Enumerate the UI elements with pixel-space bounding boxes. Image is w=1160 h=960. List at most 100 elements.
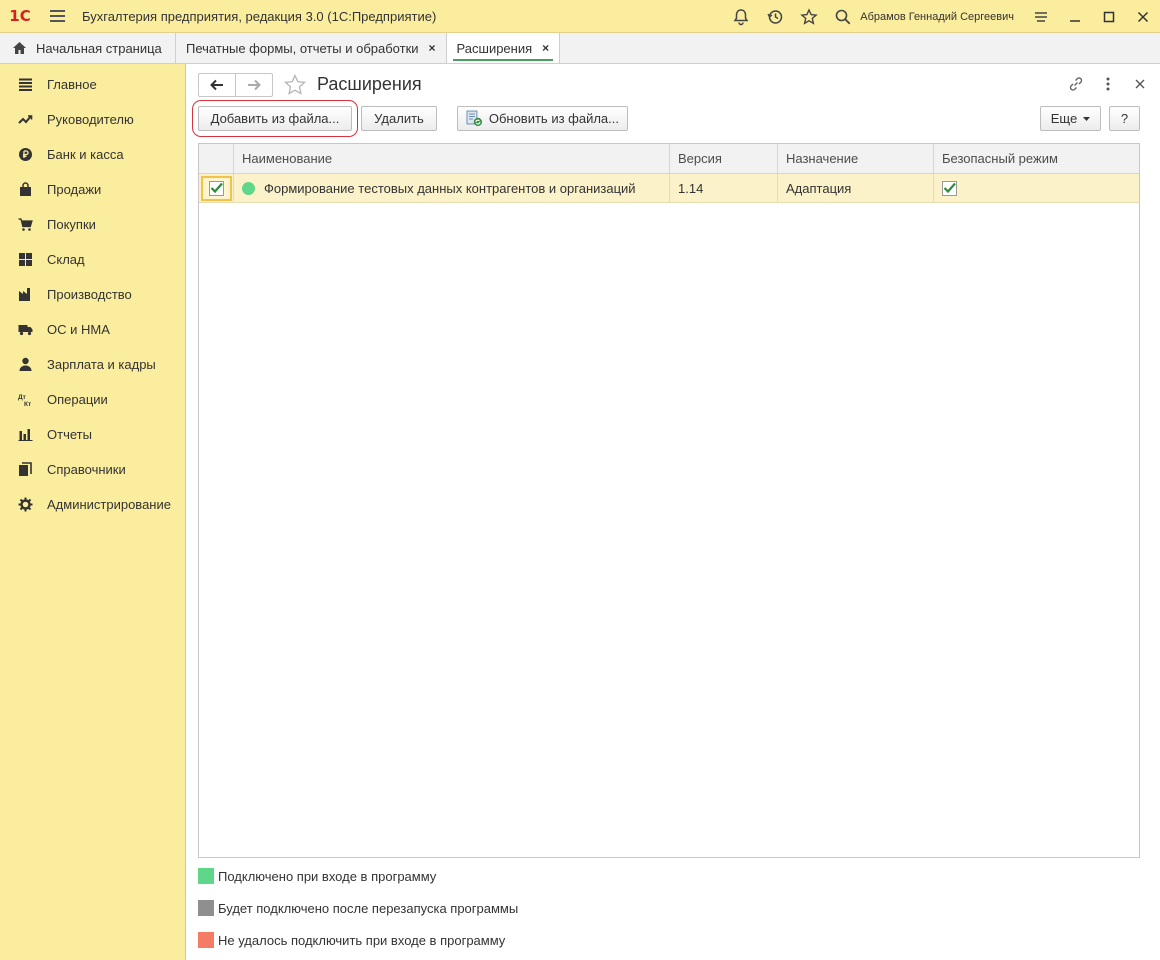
update-file-icon — [466, 110, 483, 127]
status-dot — [242, 181, 255, 195]
sidebar-item-warehouse[interactable]: Склад — [0, 242, 185, 277]
sections-sidebar: Главное Руководителю Банк и касса Продаж… — [0, 64, 186, 960]
checkmark-icon — [210, 182, 223, 194]
sidebar-item-reports[interactable]: Отчеты — [0, 417, 185, 452]
main-menu-icon[interactable] — [40, 0, 74, 33]
sidebar-item-label: ОС и НМА — [47, 322, 110, 337]
sidebar-item-sales[interactable]: Продажи — [0, 172, 185, 207]
nav-buttons — [198, 73, 273, 97]
legend-label: Подключено при входе в программу — [218, 868, 437, 884]
more-actions-icon[interactable] — [1098, 74, 1118, 94]
menu-lines-icon — [18, 77, 33, 92]
settings-menu-icon[interactable] — [1024, 0, 1058, 33]
truck-icon — [18, 322, 33, 337]
legend-swatch — [198, 932, 214, 948]
books-icon — [18, 462, 33, 477]
sidebar-item-production[interactable]: Производство — [0, 277, 185, 312]
sidebar-item-references[interactable]: Справочники — [0, 452, 185, 487]
chevron-down-icon — [1083, 116, 1091, 121]
trend-icon — [18, 112, 33, 127]
legend-item-connected: Подключено при входе в программу — [198, 868, 436, 884]
active-checkbox[interactable] — [208, 180, 224, 196]
delete-button[interactable]: Удалить — [361, 106, 437, 131]
close-tab-icon[interactable]: × — [429, 41, 436, 55]
help-button[interactable]: ? — [1109, 106, 1140, 131]
sidebar-item-label: Продажи — [47, 182, 102, 197]
bar-chart-icon — [18, 427, 33, 442]
column-header-version[interactable]: Версия — [670, 144, 778, 173]
sidebar-item-bank[interactable]: Банк и касса — [0, 137, 185, 172]
back-button[interactable] — [199, 74, 235, 96]
sidebar-item-label: Руководителю — [47, 112, 134, 127]
sidebar-item-salary[interactable]: Зарплата и кадры — [0, 347, 185, 382]
maximize-icon[interactable] — [1092, 0, 1126, 33]
add-from-file-button[interactable]: Добавить из файла... — [198, 106, 352, 131]
sidebar-item-label: Банк и касса — [47, 147, 124, 162]
column-header-name[interactable]: Наименование — [234, 144, 670, 173]
column-header-purpose[interactable]: Назначение — [778, 144, 934, 173]
sidebar-item-administration[interactable]: Администрирование — [0, 487, 185, 522]
person-icon — [18, 357, 33, 372]
sidebar-item-label: Склад — [47, 252, 85, 267]
update-from-file-label: Обновить из файла... — [488, 111, 619, 126]
table-header: Наименование Версия Назначение Безопасны… — [199, 144, 1139, 174]
sidebar-item-label: Отчеты — [47, 427, 92, 442]
page-title: Расширения — [317, 74, 422, 94]
1c-logo: 1С — [9, 7, 31, 25]
column-header-safe-mode[interactable]: Безопасный режим — [934, 144, 1139, 173]
ruble-coin-icon — [18, 147, 33, 162]
arrow-right-icon — [248, 79, 261, 91]
cell-safe-mode — [934, 174, 1139, 202]
extension-name: Формирование тестовых данных контрагенто… — [264, 180, 636, 196]
safe-mode-checkbox[interactable] — [942, 180, 957, 196]
minimize-icon[interactable] — [1058, 0, 1092, 33]
dt-kt-icon: Дт Кт — [18, 392, 33, 407]
close-tab-icon[interactable]: × — [542, 41, 549, 55]
sidebar-item-label: Главное — [47, 77, 97, 92]
sidebar-item-label: Администрирование — [47, 497, 171, 512]
history-icon[interactable] — [758, 0, 792, 33]
sidebar-item-label: Производство — [47, 287, 132, 302]
app-title: Бухгалтерия предприятия, редакция 3.0 (1… — [82, 8, 437, 24]
sidebar-item-label: Справочники — [47, 462, 126, 477]
search-icon[interactable] — [826, 0, 860, 33]
cart-icon — [18, 217, 33, 232]
favorites-star-icon[interactable] — [792, 0, 826, 33]
link-icon[interactable] — [1066, 74, 1086, 94]
add-to-favorites-star-icon[interactable] — [283, 73, 307, 97]
table-row[interactable]: Формирование тестовых данных контрагенто… — [199, 174, 1139, 203]
sidebar-item-fixed-assets[interactable]: ОС и НМА — [0, 312, 185, 347]
sidebar-item-main[interactable]: Главное — [0, 67, 185, 102]
active-checkbox-cell[interactable] — [200, 175, 232, 201]
home-icon — [13, 42, 26, 54]
tab-home[interactable]: Начальная страница — [0, 33, 176, 63]
update-from-file-button[interactable]: Обновить из файла... — [457, 106, 628, 131]
legend-label: Не удалось подключить при входе в програ… — [218, 932, 506, 948]
active-cell — [199, 174, 234, 202]
legend-item-failed: Не удалось подключить при входе в програ… — [198, 932, 505, 948]
sidebar-item-operations[interactable]: Дт Кт Операции — [0, 382, 185, 417]
legend-item-after-restart: Будет подключено после перезапуска прогр… — [198, 900, 518, 916]
tab-print-forms[interactable]: Печатные формы, отчеты и обработки × — [176, 33, 447, 63]
extensions-form: Расширения Добавить из файла... Удалить … — [187, 64, 1160, 960]
tab-label: Расширения — [456, 40, 533, 56]
bell-icon[interactable] — [724, 0, 758, 33]
tab-home-label: Начальная страница — [36, 40, 162, 56]
tab-label: Печатные формы, отчеты и обработки — [186, 40, 419, 56]
sidebar-item-purchases[interactable]: Покупки — [0, 207, 185, 242]
sidebar-item-label: Покупки — [47, 217, 96, 232]
user-name[interactable]: Абрамов Геннадий Сергеевич — [860, 11, 1014, 23]
cell-version: 1.14 — [670, 174, 778, 202]
open-tabs-bar: Начальная страница Печатные формы, отчет… — [0, 33, 1160, 64]
legend-swatch — [198, 900, 214, 916]
forward-button[interactable] — [235, 74, 272, 96]
legend-label: Будет подключено после перезапуска прогр… — [218, 900, 519, 916]
close-form-icon[interactable] — [1130, 74, 1150, 94]
close-window-icon[interactable] — [1126, 0, 1160, 33]
column-header-active[interactable] — [199, 144, 234, 173]
boxes-icon — [18, 252, 33, 267]
svg-text:Кт: Кт — [24, 401, 31, 407]
sidebar-item-manager[interactable]: Руководителю — [0, 102, 185, 137]
tab-extensions[interactable]: Расширения × — [446, 33, 561, 63]
more-button[interactable]: Еще — [1040, 106, 1101, 131]
